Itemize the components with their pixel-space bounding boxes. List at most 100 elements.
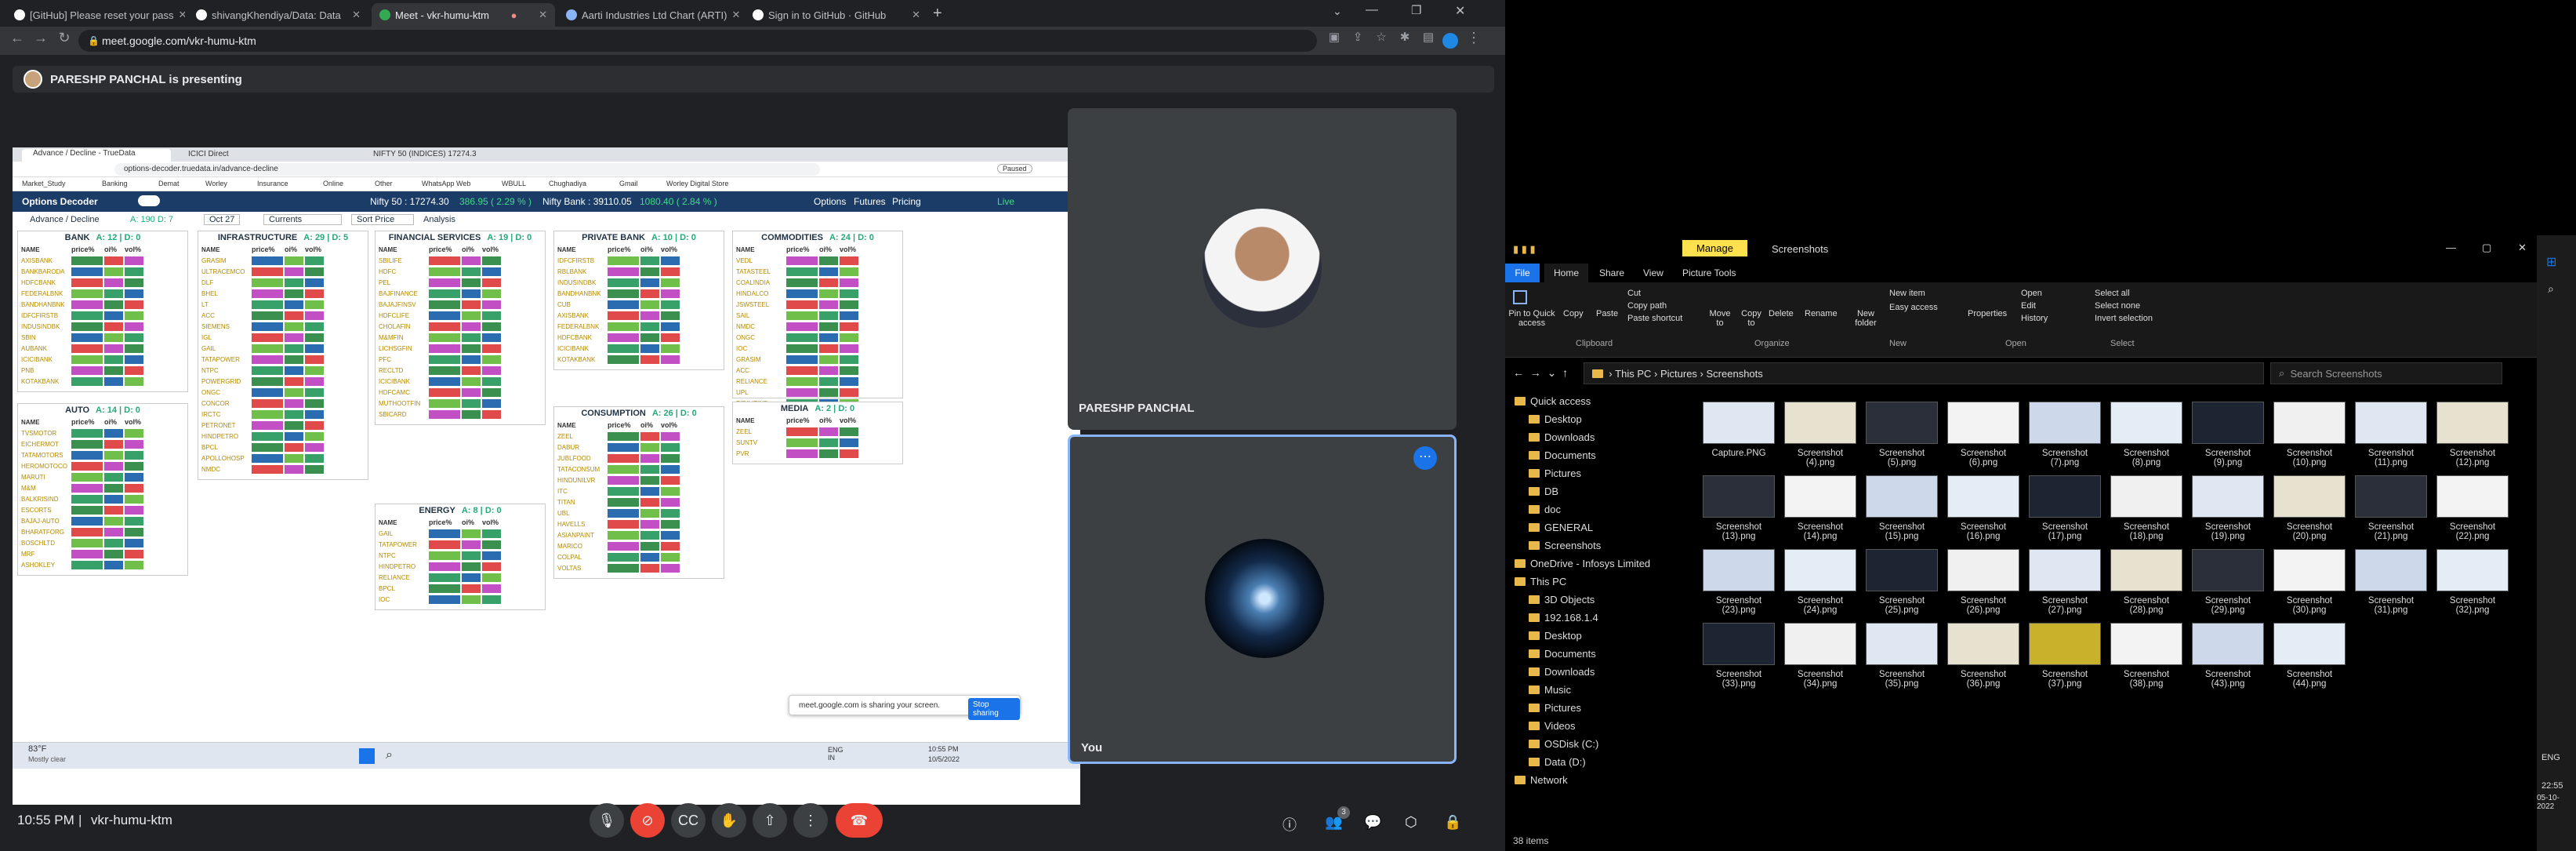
browser-tab-github-signin[interactable]: Sign in to GitHub · GitHub ✕: [745, 3, 928, 27]
ribbon-tab-file[interactable]: File: [1505, 264, 1540, 282]
ribbon-tab-view[interactable]: View: [1643, 267, 1664, 278]
copy-button[interactable]: Copy: [1563, 309, 1584, 318]
ribbon-tab-share[interactable]: Share: [1599, 267, 1624, 278]
nav-item[interactable]: Documents: [1505, 645, 1670, 663]
browser-tab-aarti-chart[interactable]: Aarti Industries Ltd Chart (ARTI) ✕: [558, 3, 742, 27]
pin-to-quick-access-button[interactable]: Pin to Quick access: [1508, 309, 1555, 328]
extension-icon[interactable]: ✱: [1395, 30, 1414, 44]
browser-tab-meet[interactable]: Meet - vkr-humu-ktm ● ✕: [372, 3, 555, 27]
easy-access-button[interactable]: Easy access: [1889, 303, 1938, 312]
close-button[interactable]: ✕: [2518, 242, 2527, 254]
file-thumbnail[interactable]: Screenshot (26).png: [1946, 549, 2021, 615]
breadcrumb-pictures[interactable]: Pictures: [1660, 368, 1697, 380]
file-thumbnail[interactable]: Screenshot (38).png: [2109, 623, 2184, 689]
file-thumbnail[interactable]: Screenshot (15).png: [1864, 475, 1939, 541]
nav-item[interactable]: Pictures: [1505, 699, 1670, 717]
reading-list-icon[interactable]: ▤: [1419, 30, 1438, 44]
nav-item[interactable]: Quick access: [1505, 392, 1670, 410]
restore-button[interactable]: ❐: [1411, 3, 1421, 17]
nav-item[interactable]: Documents: [1505, 446, 1670, 464]
up-arrow-icon[interactable]: ↑: [1562, 366, 1568, 379]
nav-item[interactable]: This PC: [1505, 573, 1670, 591]
file-thumbnail[interactable]: Screenshot (10).png: [2272, 402, 2347, 467]
nav-item[interactable]: OSDisk (C:): [1505, 735, 1670, 753]
share-icon[interactable]: ⇪: [1348, 30, 1367, 44]
rename-button[interactable]: Rename: [1805, 309, 1838, 318]
nav-item[interactable]: OneDrive - Infosys Limited: [1505, 555, 1670, 573]
meeting-details-icon[interactable]: ⓘ: [1283, 814, 1297, 835]
explorer-address-bar[interactable]: › This PC › Pictures › Screenshots: [1584, 362, 2264, 384]
file-thumbnail[interactable]: Screenshot (5).png: [1864, 402, 1939, 467]
file-thumbnail[interactable]: Screenshot (25).png: [1864, 549, 1939, 615]
file-thumbnail[interactable]: Screenshot (29).png: [2190, 549, 2266, 615]
nav-item[interactable]: 192.168.1.4: [1505, 609, 1670, 627]
select-none-button[interactable]: Select none: [2095, 301, 2140, 311]
explorer-search-box[interactable]: ⌕ Search Screenshots: [2270, 362, 2502, 384]
paste-button[interactable]: Paste: [1596, 309, 1618, 318]
file-thumbnail[interactable]: Screenshot (22).png: [2435, 475, 2510, 541]
copy-to-button[interactable]: Copy to: [1737, 309, 1765, 328]
close-tab-icon[interactable]: ✕: [352, 9, 361, 21]
file-thumbnail[interactable]: Screenshot (9).png: [2190, 402, 2266, 467]
browser-tab-data-repo[interactable]: shivangKhendiya/Data: Data ✕: [188, 3, 368, 27]
edit-button[interactable]: Edit: [2021, 301, 2036, 311]
nav-item[interactable]: Screenshots: [1505, 536, 1670, 555]
back-arrow-icon[interactable]: ←: [1513, 366, 1524, 379]
file-thumbnail[interactable]: Screenshot (18).png: [2109, 475, 2184, 541]
nav-item[interactable]: Downloads: [1505, 663, 1670, 681]
file-thumbnail[interactable]: Screenshot (32).png: [2435, 549, 2510, 615]
quick-access-toolbar-icon[interactable]: ▮ ▮ ▮: [1513, 243, 1536, 256]
nav-item[interactable]: Network: [1505, 771, 1670, 789]
leave-call-button[interactable]: ☎: [836, 803, 883, 838]
file-thumbnail[interactable]: Capture.PNG: [1701, 402, 1776, 458]
tile-more-options-icon[interactable]: ⋯: [1413, 446, 1437, 470]
file-thumbnail[interactable]: Screenshot (6).png: [1946, 402, 2021, 467]
reload-icon[interactable]: ↻: [55, 30, 74, 46]
invert-selection-button[interactable]: Invert selection: [2095, 314, 2153, 323]
file-thumbnail[interactable]: Screenshot (43).png: [2190, 623, 2266, 689]
nav-item[interactable]: GENERAL: [1505, 518, 1670, 536]
tab-search-icon[interactable]: ⌄: [1333, 5, 1342, 18]
open-button[interactable]: Open: [2021, 289, 2042, 298]
forward-arrow-icon[interactable]: →: [31, 30, 50, 46]
file-thumbnail[interactable]: Screenshot (13).png: [1701, 475, 1776, 541]
paste-shortcut-button[interactable]: Paste shortcut: [1627, 314, 1682, 323]
chat-icon[interactable]: 💬: [1364, 814, 1381, 831]
nav-item[interactable]: DB: [1505, 482, 1670, 500]
copy-path-button[interactable]: Copy path: [1627, 301, 1667, 311]
file-thumbnail[interactable]: Screenshot (7).png: [2027, 402, 2103, 467]
file-thumbnail[interactable]: Screenshot (28).png: [2109, 549, 2184, 615]
file-thumbnail[interactable]: Screenshot (36).png: [1946, 623, 2021, 689]
address-bar[interactable]: 🔒 meet.google.com/vkr-humu-ktm: [78, 30, 1317, 52]
new-item-button[interactable]: New item: [1889, 289, 1925, 298]
file-thumbnail[interactable]: Screenshot (8).png: [2109, 402, 2184, 467]
present-button[interactable]: ⇧: [753, 803, 787, 838]
browser-menu-icon[interactable]: ⋮: [1464, 30, 1483, 46]
nav-item[interactable]: Pictures: [1505, 464, 1670, 482]
nav-item[interactable]: Data (D:): [1505, 753, 1670, 771]
history-button[interactable]: History: [2021, 314, 2048, 323]
file-thumbnail[interactable]: Screenshot (20).png: [2272, 475, 2347, 541]
maximize-button[interactable]: ▢: [2482, 242, 2491, 254]
file-thumbnail[interactable]: Screenshot (24).png: [1783, 549, 1858, 615]
nav-item[interactable]: Music: [1505, 681, 1670, 699]
close-tab-icon[interactable]: ✕: [912, 9, 920, 21]
nav-item[interactable]: Desktop: [1505, 627, 1670, 645]
bookmark-star-icon[interactable]: ☆: [1372, 30, 1391, 44]
file-thumbnail[interactable]: Screenshot (21).png: [2353, 475, 2429, 541]
nav-item[interactable]: doc: [1505, 500, 1670, 518]
file-thumbnail[interactable]: Screenshot (37).png: [2027, 623, 2103, 689]
select-all-button[interactable]: Select all: [2095, 289, 2130, 298]
file-thumbnail[interactable]: Screenshot (34).png: [1783, 623, 1858, 689]
windows-start-icon[interactable]: ⊞: [2546, 254, 2556, 270]
cut-button[interactable]: Cut: [1627, 289, 1641, 298]
minimize-button[interactable]: —: [2446, 242, 2456, 253]
captions-button[interactable]: CC: [671, 803, 706, 838]
nav-item[interactable]: 3D Objects: [1505, 591, 1670, 609]
nav-item[interactable]: Videos: [1505, 717, 1670, 735]
nav-item[interactable]: Desktop: [1505, 410, 1670, 428]
file-thumbnail[interactable]: Screenshot (14).png: [1783, 475, 1858, 541]
close-window-button[interactable]: ✕: [1455, 3, 1465, 19]
forward-arrow-icon[interactable]: →: [1530, 366, 1541, 379]
search-icon[interactable]: ⌕: [2548, 282, 2554, 296]
